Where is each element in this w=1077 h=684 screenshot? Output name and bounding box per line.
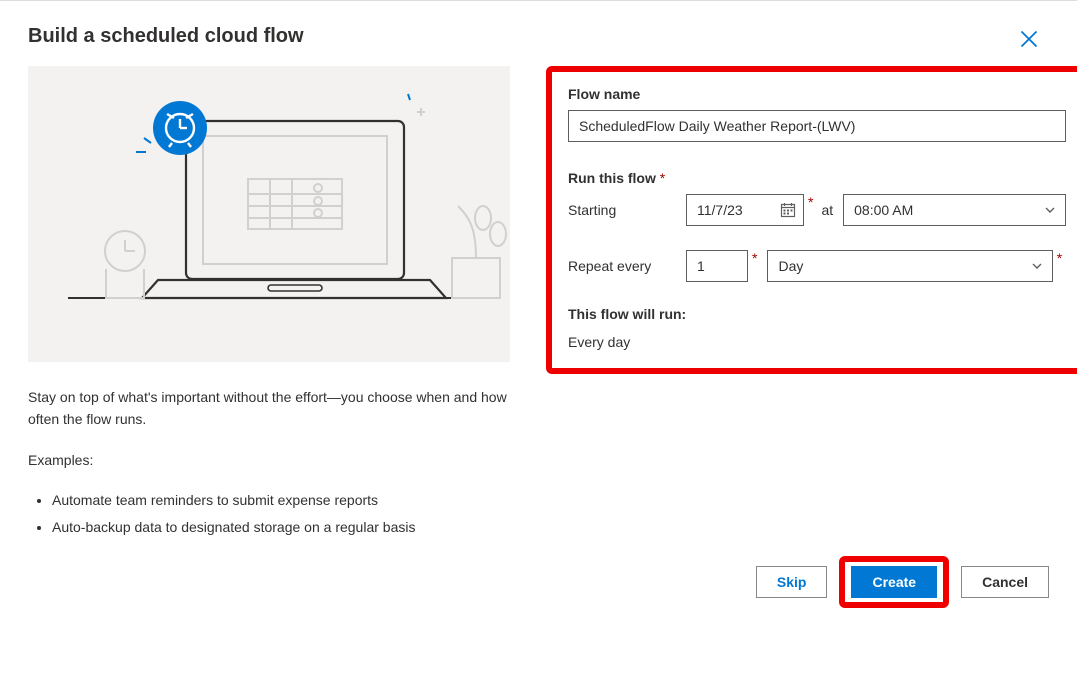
repeat-row: Repeat every * * — [568, 250, 1066, 282]
start-date-wrap — [686, 194, 804, 226]
illustration-panel — [28, 66, 510, 362]
required-asterisk: * — [752, 250, 757, 267]
scheduled-flow-dialog: Build a scheduled cloud flow — [0, 1, 1077, 630]
required-asterisk: * — [1057, 250, 1062, 267]
cancel-button[interactable]: Cancel — [961, 566, 1049, 598]
repeat-label: Repeat every — [568, 258, 686, 274]
required-asterisk: * — [660, 170, 665, 186]
run-summary-label: This flow will run: — [568, 306, 1066, 322]
examples-list: Automate team reminders to submit expens… — [28, 489, 510, 538]
create-highlight: Create — [839, 556, 949, 608]
repeat-unit-select[interactable] — [767, 250, 1052, 282]
description-block: Stay on top of what's important without … — [28, 386, 510, 538]
repeat-count-input[interactable] — [686, 250, 748, 282]
skip-button[interactable]: Skip — [756, 566, 828, 598]
run-summary-text: Every day — [568, 334, 1066, 350]
form-highlight-region: Flow name Run this flow * Starting — [546, 66, 1077, 374]
flow-name-label: Flow name — [568, 86, 1066, 102]
flow-name-input[interactable] — [568, 110, 1066, 142]
required-asterisk: * — [808, 194, 813, 211]
close-button[interactable] — [1019, 29, 1039, 49]
dialog-footer: Skip Create Cancel — [756, 556, 1049, 608]
start-time-select[interactable] — [843, 194, 1066, 226]
starting-row: Starting — [568, 194, 1066, 226]
start-date-input[interactable] — [686, 194, 804, 226]
dialog-title: Build a scheduled cloud flow — [28, 25, 1049, 48]
starting-label: Starting — [568, 202, 686, 218]
description-intro: Stay on top of what's important without … — [28, 386, 510, 431]
create-button[interactable]: Create — [851, 566, 937, 598]
at-label: at — [821, 202, 833, 218]
dialog-content: Stay on top of what's important without … — [28, 66, 1049, 606]
close-icon — [1019, 29, 1039, 49]
left-column: Stay on top of what's important without … — [28, 66, 510, 606]
run-this-flow-label: Run this flow * — [568, 170, 1066, 186]
example-item: Auto-backup data to designated storage o… — [52, 516, 510, 538]
laptop-illustration — [28, 66, 510, 362]
right-column: Flow name Run this flow * Starting — [546, 66, 1077, 606]
examples-label: Examples: — [28, 449, 510, 471]
start-time-wrap — [843, 194, 1066, 226]
repeat-unit-wrap — [767, 250, 1052, 282]
example-item: Automate team reminders to submit expens… — [52, 489, 510, 511]
